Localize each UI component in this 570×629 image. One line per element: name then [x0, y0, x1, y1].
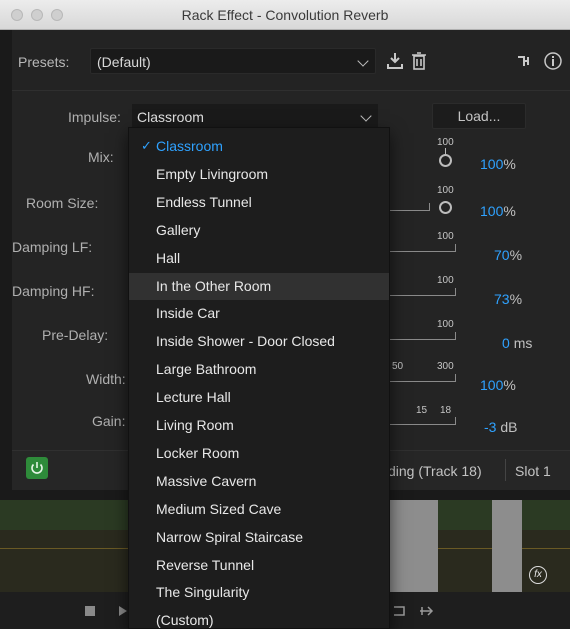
pre-delay-ruler[interactable] [390, 332, 456, 340]
chevron-down-icon [360, 110, 372, 122]
impulse-option-label: Narrow Spiral Staircase [156, 528, 304, 545]
play-icon[interactable] [118, 604, 128, 622]
impulse-option[interactable]: (Custom) [129, 607, 389, 629]
mix-max-tick: 100 [437, 137, 454, 148]
presets-bar: Presets: (Default) [12, 44, 570, 78]
impulse-option[interactable]: Inside Shower - Door Closed [129, 328, 389, 355]
impulse-option-label: Lecture Hall [156, 389, 231, 406]
impulse-option-label: Empty Livingroom [156, 165, 269, 182]
damping-hf-ruler[interactable] [390, 288, 456, 296]
impulse-option-label: Hall [156, 249, 181, 266]
damping-hf-label: Damping HF: [12, 283, 95, 299]
impulse-option[interactable]: Living Room [129, 412, 389, 439]
impulse-value: Classroom [137, 109, 204, 125]
damping-lf-label: Damping LF: [12, 239, 93, 255]
impulse-label: Impulse: [68, 109, 121, 125]
damping-lf-value[interactable]: 70% [494, 247, 522, 263]
mix-value[interactable]: 100% [480, 156, 516, 172]
gain-max-tick: 18 [440, 405, 452, 416]
room-size-label: Room Size: [26, 195, 99, 211]
stop-icon[interactable] [84, 604, 96, 622]
power-icon[interactable] [26, 457, 48, 479]
clip-gap [390, 500, 438, 592]
checkmark-icon: ✓ [141, 138, 152, 153]
impulse-option-label: Classroom [156, 138, 223, 154]
width-max-tick: 300 [437, 361, 454, 372]
fx-icon[interactable]: fx [529, 566, 547, 584]
mix-label: Mix: [88, 149, 114, 165]
footer-divider [505, 459, 506, 481]
impulse-option[interactable]: Medium Sized Cave [129, 496, 389, 523]
gain-value[interactable]: -3 dB [484, 419, 517, 435]
impulse-option[interactable]: Locker Room [129, 440, 389, 467]
impulse-option[interactable]: Massive Cavern [129, 468, 389, 495]
impulse-option-label: Endless Tunnel [156, 193, 252, 210]
room-size-value[interactable]: 100% [480, 203, 516, 219]
damping-lf-ruler[interactable] [390, 244, 456, 252]
impulse-option-label: (Custom) [156, 612, 214, 629]
impulse-option-label: The Singularity [156, 584, 250, 601]
impulse-option[interactable]: Endless Tunnel [129, 189, 389, 216]
presets-dropdown[interactable]: (Default) [90, 48, 376, 74]
impulse-option-label: Large Bathroom [156, 361, 257, 378]
gain-ruler[interactable] [390, 417, 456, 425]
room-size-knob[interactable] [439, 201, 452, 214]
presets-value: (Default) [97, 54, 151, 70]
impulse-option-label: Living Room [156, 417, 234, 433]
loop-icon[interactable] [392, 604, 406, 623]
routing-icon[interactable] [514, 50, 536, 72]
mix-knob[interactable] [439, 154, 452, 167]
gain-mid-tick: 15 [416, 405, 428, 416]
impulse-option[interactable]: Hall [129, 245, 389, 272]
impulse-option[interactable]: Inside Car [129, 300, 389, 327]
impulse-dropdown-menu: ✓ Classroom Empty Livingroom Endless Tunnel… [128, 127, 390, 629]
presets-label: Presets: [18, 54, 70, 70]
skip-icon[interactable] [418, 604, 434, 623]
impulse-option-label: Medium Sized Cave [156, 500, 282, 517]
impulse-option-label: In the Other Room [156, 277, 272, 294]
pre-delay-label: Pre-Delay: [42, 327, 109, 343]
chevron-down-icon [357, 55, 369, 67]
pre-delay-max-tick: 100 [437, 319, 454, 330]
impulse-option-label: Reverse Tunnel [156, 556, 255, 573]
damping-lf-max-tick: 100 [437, 231, 454, 242]
impulse-option[interactable]: Reverse Tunnel [129, 552, 389, 579]
impulse-option[interactable]: Narrow Spiral Staircase [129, 524, 389, 551]
damping-hf-value[interactable]: 73% [494, 291, 522, 307]
impulse-option[interactable]: Gallery [129, 217, 389, 244]
title-bar: Rack Effect - Convolution Reverb [0, 0, 570, 30]
room-size-ruler [390, 203, 430, 211]
impulse-option[interactable]: Large Bathroom [129, 356, 389, 383]
width-value[interactable]: 100% [480, 377, 516, 393]
window-title: Rack Effect - Convolution Reverb [181, 7, 389, 23]
info-icon[interactable] [542, 50, 564, 72]
download-icon[interactable] [384, 50, 406, 72]
impulse-option-label: Inside Car [156, 305, 220, 322]
gain-label: Gain: [92, 413, 126, 429]
load-button[interactable]: Load... [432, 103, 526, 129]
impulse-option[interactable]: Lecture Hall [129, 384, 389, 411]
impulse-option[interactable]: ✓ Classroom [129, 133, 389, 160]
damping-hf-max-tick: 100 [437, 275, 454, 286]
slot-label: Slot 1 [515, 463, 551, 479]
impulse-option[interactable]: Empty Livingroom [129, 161, 389, 188]
clip-gap [492, 500, 522, 592]
trash-icon[interactable] [408, 50, 430, 72]
room-size-max-tick: 100 [437, 185, 454, 196]
impulse-option[interactable]: In the Other Room [129, 272, 389, 300]
width-label: Width: [86, 371, 126, 387]
width-ruler[interactable] [390, 374, 456, 382]
impulse-option-label: Locker Room [156, 444, 240, 461]
pre-delay-value[interactable]: 0 ms [502, 335, 532, 351]
track-label: ding (Track 18) [388, 463, 482, 479]
impulse-option-label: Gallery [156, 221, 201, 238]
width-mid-tick: 50 [392, 361, 404, 372]
impulse-option-label: Massive Cavern [156, 472, 257, 489]
impulse-option[interactable]: The Singularity [129, 579, 389, 606]
impulse-option-label: Inside Shower - Door Closed [156, 333, 335, 350]
